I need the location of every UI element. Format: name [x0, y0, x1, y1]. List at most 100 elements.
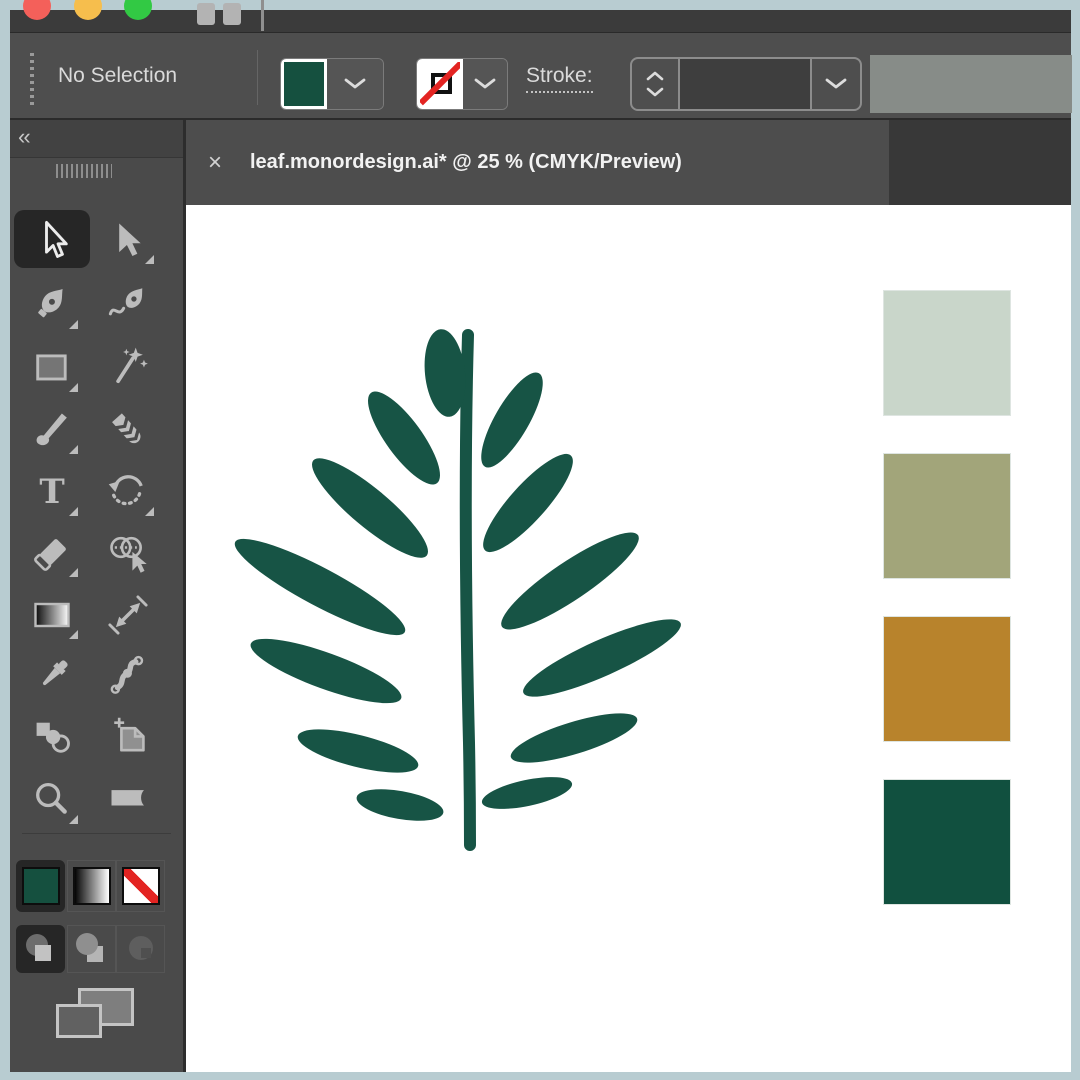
stepper-buttons[interactable]: [632, 59, 680, 109]
tool-flyout-triangle: [69, 320, 78, 329]
pen-tool[interactable]: [24, 281, 80, 329]
stroke-color-dropdown[interactable]: [463, 59, 507, 109]
stroke-weight-input[interactable]: [680, 59, 810, 109]
gradient-tool[interactable]: [24, 591, 80, 639]
selection-arrow-icon: [45, 220, 68, 258]
chevron-down-icon: [344, 78, 366, 89]
palette-swatch-forest[interactable]: [884, 780, 1010, 904]
pen-nib-icon: [38, 289, 63, 318]
collapse-panel-button[interactable]: ‹‹: [18, 124, 31, 150]
document-tab[interactable]: × leaf.monordesign.ai* @ 25 % (CMYK/Prev…: [186, 120, 889, 205]
chevron-up-icon[interactable]: [646, 71, 664, 81]
knife-tool[interactable]: [100, 776, 156, 824]
tools-panel: ‹‹ T: [10, 120, 186, 1072]
fill-color-proxy-swatch: [21, 867, 60, 905]
eyedropper-tool[interactable]: [24, 652, 80, 700]
fill-color-proxy[interactable]: [16, 860, 65, 912]
gradient-proxy-swatch: [72, 867, 111, 905]
gradient-proxy[interactable]: [67, 860, 116, 912]
magic-wand-tool[interactable]: [100, 344, 156, 392]
tools-panel-grip[interactable]: [56, 164, 112, 178]
scale-tool[interactable]: [100, 591, 156, 639]
tool-flyout-triangle: [69, 507, 78, 516]
direct-selection-arrow-icon: [119, 223, 141, 256]
divider: [257, 50, 258, 105]
tool-flyout-triangle: [145, 255, 154, 264]
chevron-down-icon: [474, 78, 496, 89]
shape-builder-icon: [110, 536, 147, 573]
tool-flyout-triangle: [69, 568, 78, 577]
brush-definition-dropdown[interactable]: [870, 55, 1072, 113]
screen-mode-icon-front: [56, 1004, 102, 1038]
fill-color-swatch[interactable]: [281, 59, 327, 109]
eraser-tool[interactable]: [24, 529, 80, 577]
shape-builder-tool[interactable]: [100, 529, 156, 577]
type-tool[interactable]: T: [24, 468, 80, 516]
palette-swatch-sage[interactable]: [884, 454, 1010, 578]
magic-wand-icon: [116, 347, 148, 384]
panel-drag-grip[interactable]: [30, 53, 34, 105]
curvature-tool[interactable]: [100, 281, 156, 329]
gradient-icon: [34, 602, 70, 628]
chevron-down-icon[interactable]: [646, 87, 664, 97]
draw-behind-icon: [76, 933, 98, 955]
tool-flyout-triangle: [145, 507, 154, 516]
control-panel: No Selection Stroke:: [10, 32, 1072, 120]
zoom-magnifier-icon: [36, 782, 67, 814]
draw-inside-square: [141, 948, 151, 958]
stroke-weight-stepper[interactable]: [630, 57, 862, 111]
tool-flyout-triangle: [69, 815, 78, 824]
eraser-icon: [34, 539, 66, 571]
direct-selection-tool[interactable]: [100, 216, 156, 264]
zoom-tool[interactable]: [24, 776, 80, 824]
type-glyph: T: [39, 472, 65, 512]
selection-status: No Selection: [58, 64, 178, 87]
stroke-label-link[interactable]: Stroke:: [526, 64, 593, 93]
blend-tool[interactable]: [24, 713, 80, 761]
stroke-color-widget[interactable]: [416, 58, 508, 110]
tool-flyout-triangle: [69, 383, 78, 392]
titlebar-icon: [223, 3, 241, 25]
artboard-tool[interactable]: [100, 713, 156, 761]
draw-behind-button[interactable]: [67, 925, 116, 973]
paintbrush-tool[interactable]: [24, 406, 80, 454]
rotate-tool[interactable]: [100, 468, 156, 516]
change-screen-mode-button[interactable]: [56, 988, 136, 1044]
draw-normal-button[interactable]: [16, 925, 65, 973]
rotate-icon: [108, 475, 143, 506]
artboard-canvas[interactable]: [186, 205, 1071, 1072]
stroke-weight-dropdown[interactable]: [810, 59, 860, 109]
none-slash-icon: [420, 62, 460, 106]
puppet-warp-tool[interactable]: [100, 652, 156, 700]
fill-color-widget[interactable]: [280, 58, 384, 110]
panel-divider: [22, 833, 171, 834]
fill-color-dropdown[interactable]: [327, 59, 383, 109]
puppet-warp-icon: [110, 655, 144, 694]
blob-brush-tool[interactable]: [100, 406, 156, 454]
palette-swatch-ochre[interactable]: [884, 617, 1010, 741]
tool-flyout-triangle: [69, 445, 78, 454]
blend-icon: [36, 722, 70, 753]
stroke-color-swatch-none[interactable]: [417, 59, 463, 109]
knife-icon: [111, 790, 144, 806]
draw-inside-button[interactable]: [116, 925, 165, 973]
close-tab-icon[interactable]: ×: [208, 120, 222, 205]
paintbrush-icon: [36, 413, 67, 446]
palette-swatch-mint[interactable]: [884, 291, 1010, 415]
curvature-pen-icon: [108, 288, 143, 316]
rectangle-icon: [36, 354, 67, 381]
rectangle-tool[interactable]: [24, 344, 80, 392]
chevron-down-icon: [825, 78, 847, 89]
titlebar-divider: [261, 0, 264, 31]
draw-normal-square: [35, 945, 51, 961]
none-proxy[interactable]: [116, 860, 165, 912]
document-tab-bar: × leaf.monordesign.ai* @ 25 % (CMYK/Prev…: [186, 120, 1071, 205]
fern-leaf-illustration[interactable]: [192, 323, 712, 855]
eyedropper-icon: [42, 660, 68, 686]
document-tab-title: leaf.monordesign.ai* @ 25 % (CMYK/Previe…: [250, 151, 682, 173]
leaf-stem: [459, 329, 476, 851]
titlebar-icon: [197, 3, 215, 25]
tools-panel-header: ‹‹: [10, 120, 183, 158]
selection-tool[interactable]: [24, 216, 80, 264]
scale-icon: [108, 595, 148, 635]
